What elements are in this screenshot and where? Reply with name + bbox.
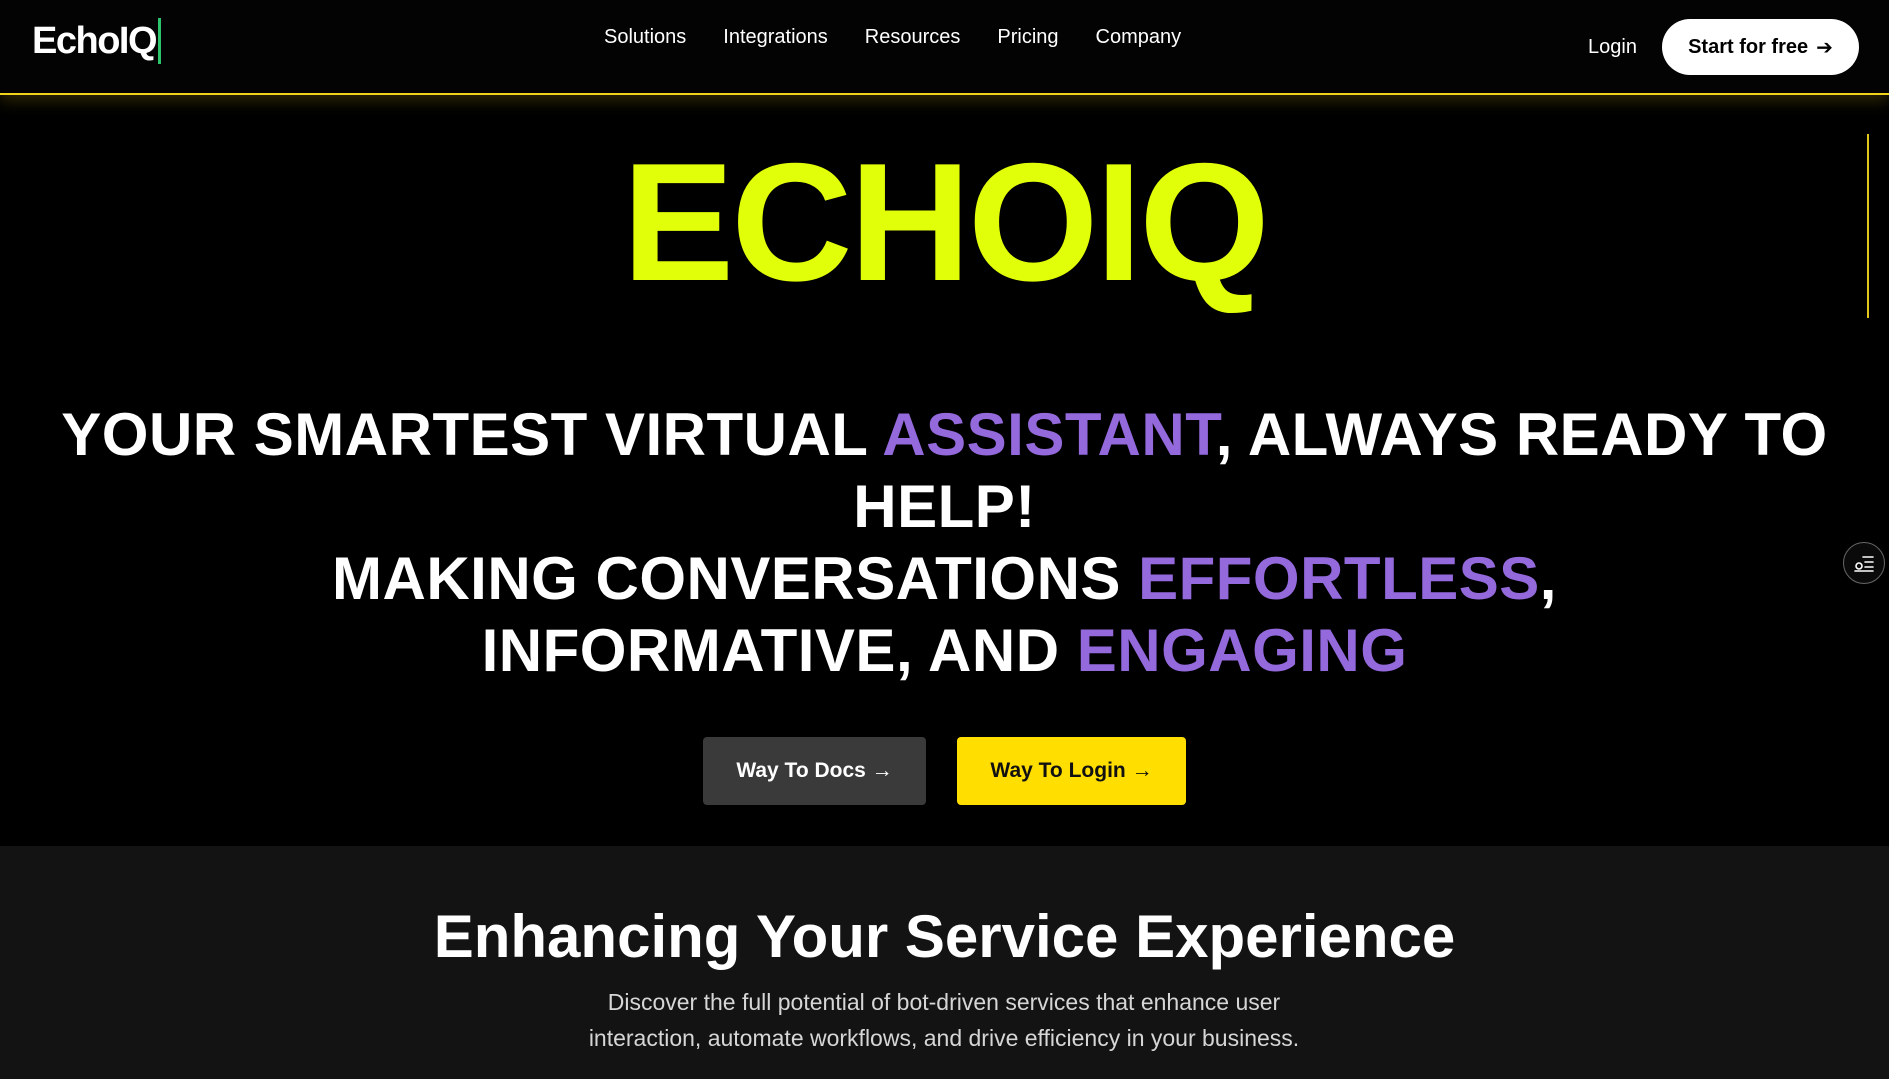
- nav-link-integrations[interactable]: Integrations: [723, 26, 828, 49]
- hero-headline: YOUR SMARTEST VIRTUAL ASSISTANT, ALWAYS …: [40, 399, 1849, 687]
- section-description: Discover the full potential of bot-drive…: [544, 984, 1344, 1056]
- way-to-login-button[interactable]: Way To Login →: [957, 737, 1186, 805]
- headline-accent-assistant: ASSISTANT: [882, 401, 1216, 468]
- headline-accent-engaging: ENGAGING: [1076, 617, 1408, 684]
- logo-text: EchoIQ: [32, 19, 158, 62]
- nav-link-resources[interactable]: Resources: [865, 26, 961, 49]
- nav-link-pricing[interactable]: Pricing: [997, 26, 1058, 49]
- start-for-free-button[interactable]: Start for free ➔: [1662, 19, 1859, 75]
- section-desc-line2: interaction, automate workflows, and dri…: [588, 1025, 1300, 1051]
- headline-line1-start: YOUR SMARTEST VIRTUAL: [61, 401, 883, 468]
- scroll-indicator-line: [1867, 134, 1869, 318]
- start-for-free-label: Start for free: [1688, 35, 1809, 58]
- way-to-docs-button[interactable]: Way To Docs →: [703, 737, 926, 805]
- headline-line2-end: ,: [1539, 545, 1557, 612]
- features-section: Enhancing Your Service Experience Discov…: [0, 846, 1889, 1079]
- settings-list-icon: [1854, 556, 1874, 572]
- headline-line3-start: INFORMATIVE, AND: [481, 617, 1077, 684]
- nav-link-company[interactable]: Company: [1096, 26, 1182, 49]
- headline-line2-start: MAKING CONVERSATIONS: [332, 545, 1139, 612]
- headline-accent-effortless: EFFORTLESS: [1138, 545, 1540, 612]
- hero-title: ECHOIQ: [622, 128, 1270, 316]
- floating-settings-button[interactable]: [1843, 542, 1885, 584]
- logo[interactable]: EchoIQ: [32, 18, 162, 64]
- section-desc-line1: Discover the full potential of bot-drive…: [607, 989, 1281, 1015]
- main-nav: Solutions Integrations Resources Pricing…: [604, 26, 1181, 49]
- section-title: Enhancing Your Service Experience: [433, 903, 1456, 970]
- logo-caret: [158, 18, 162, 64]
- arrow-right-icon: ➔: [1816, 36, 1833, 59]
- login-link[interactable]: Login: [1588, 36, 1637, 59]
- nav-link-solutions[interactable]: Solutions: [604, 26, 686, 49]
- top-navbar: EchoIQ Solutions Integrations Resources …: [0, 0, 1889, 95]
